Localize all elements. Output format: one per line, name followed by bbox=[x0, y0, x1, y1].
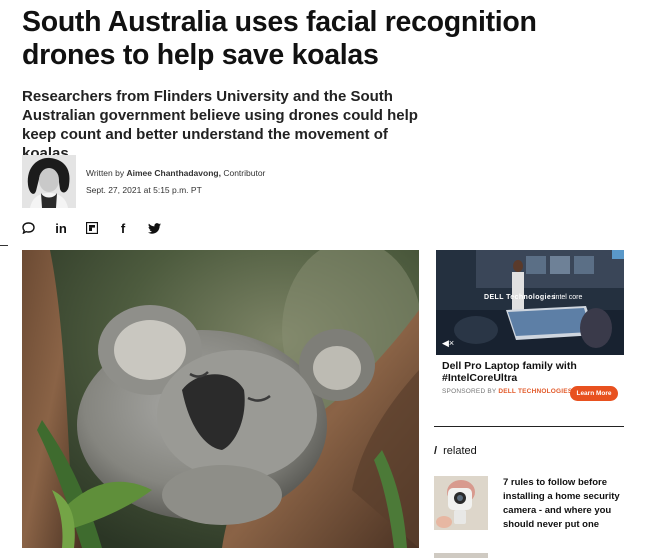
flipboard-icon[interactable] bbox=[84, 220, 100, 236]
ad-title[interactable]: Dell Pro Laptop family with #IntelCoreUl… bbox=[442, 360, 618, 384]
publish-date: Sept. 27, 2021 at 5:15 p.m. PT bbox=[86, 185, 202, 195]
related-divider bbox=[434, 426, 624, 427]
facebook-icon[interactable]: f bbox=[115, 220, 131, 236]
related-heading: / related bbox=[434, 445, 477, 457]
linkedin-icon[interactable]: in bbox=[53, 220, 69, 236]
comment-icon[interactable] bbox=[20, 220, 36, 236]
related-thumbnail[interactable] bbox=[434, 476, 488, 530]
related-thumbnail-2[interactable] bbox=[434, 553, 488, 558]
related-article-title[interactable]: 7 rules to follow before installing a ho… bbox=[503, 476, 628, 532]
author-avatar[interactable] bbox=[22, 155, 76, 208]
ad-sponsor: SPONSORED BY DELL TECHNOLOGIES bbox=[442, 388, 573, 395]
ad-choices-icon[interactable] bbox=[612, 250, 624, 259]
mute-icon[interactable]: ◀× bbox=[442, 338, 454, 349]
twitter-icon[interactable] bbox=[146, 220, 162, 236]
author-link[interactable]: Aimee Chanthadavong, bbox=[126, 168, 220, 178]
byline: Written by Aimee Chanthadavong, Contribu… bbox=[86, 168, 265, 178]
ad-video-brand: DELL Technologies bbox=[484, 294, 556, 301]
byline-prefix: Written by bbox=[86, 168, 125, 178]
hero-image-koala bbox=[22, 250, 419, 548]
article-headline: South Australia uses facial recognition … bbox=[22, 6, 537, 71]
share-bar: in f bbox=[20, 220, 177, 236]
ad-video-partner: intel core bbox=[554, 294, 583, 301]
learn-more-button[interactable]: Learn More bbox=[570, 386, 618, 401]
sponsored-ad[interactable]: DELL Technologies intel core ◀× Dell Pro… bbox=[436, 250, 624, 406]
author-role: Contributor bbox=[223, 168, 266, 178]
divider-line bbox=[0, 245, 8, 246]
ad-video[interactable]: DELL Technologies intel core ◀× bbox=[436, 250, 624, 355]
article-dek: Researchers from Flinders University and… bbox=[22, 88, 418, 162]
